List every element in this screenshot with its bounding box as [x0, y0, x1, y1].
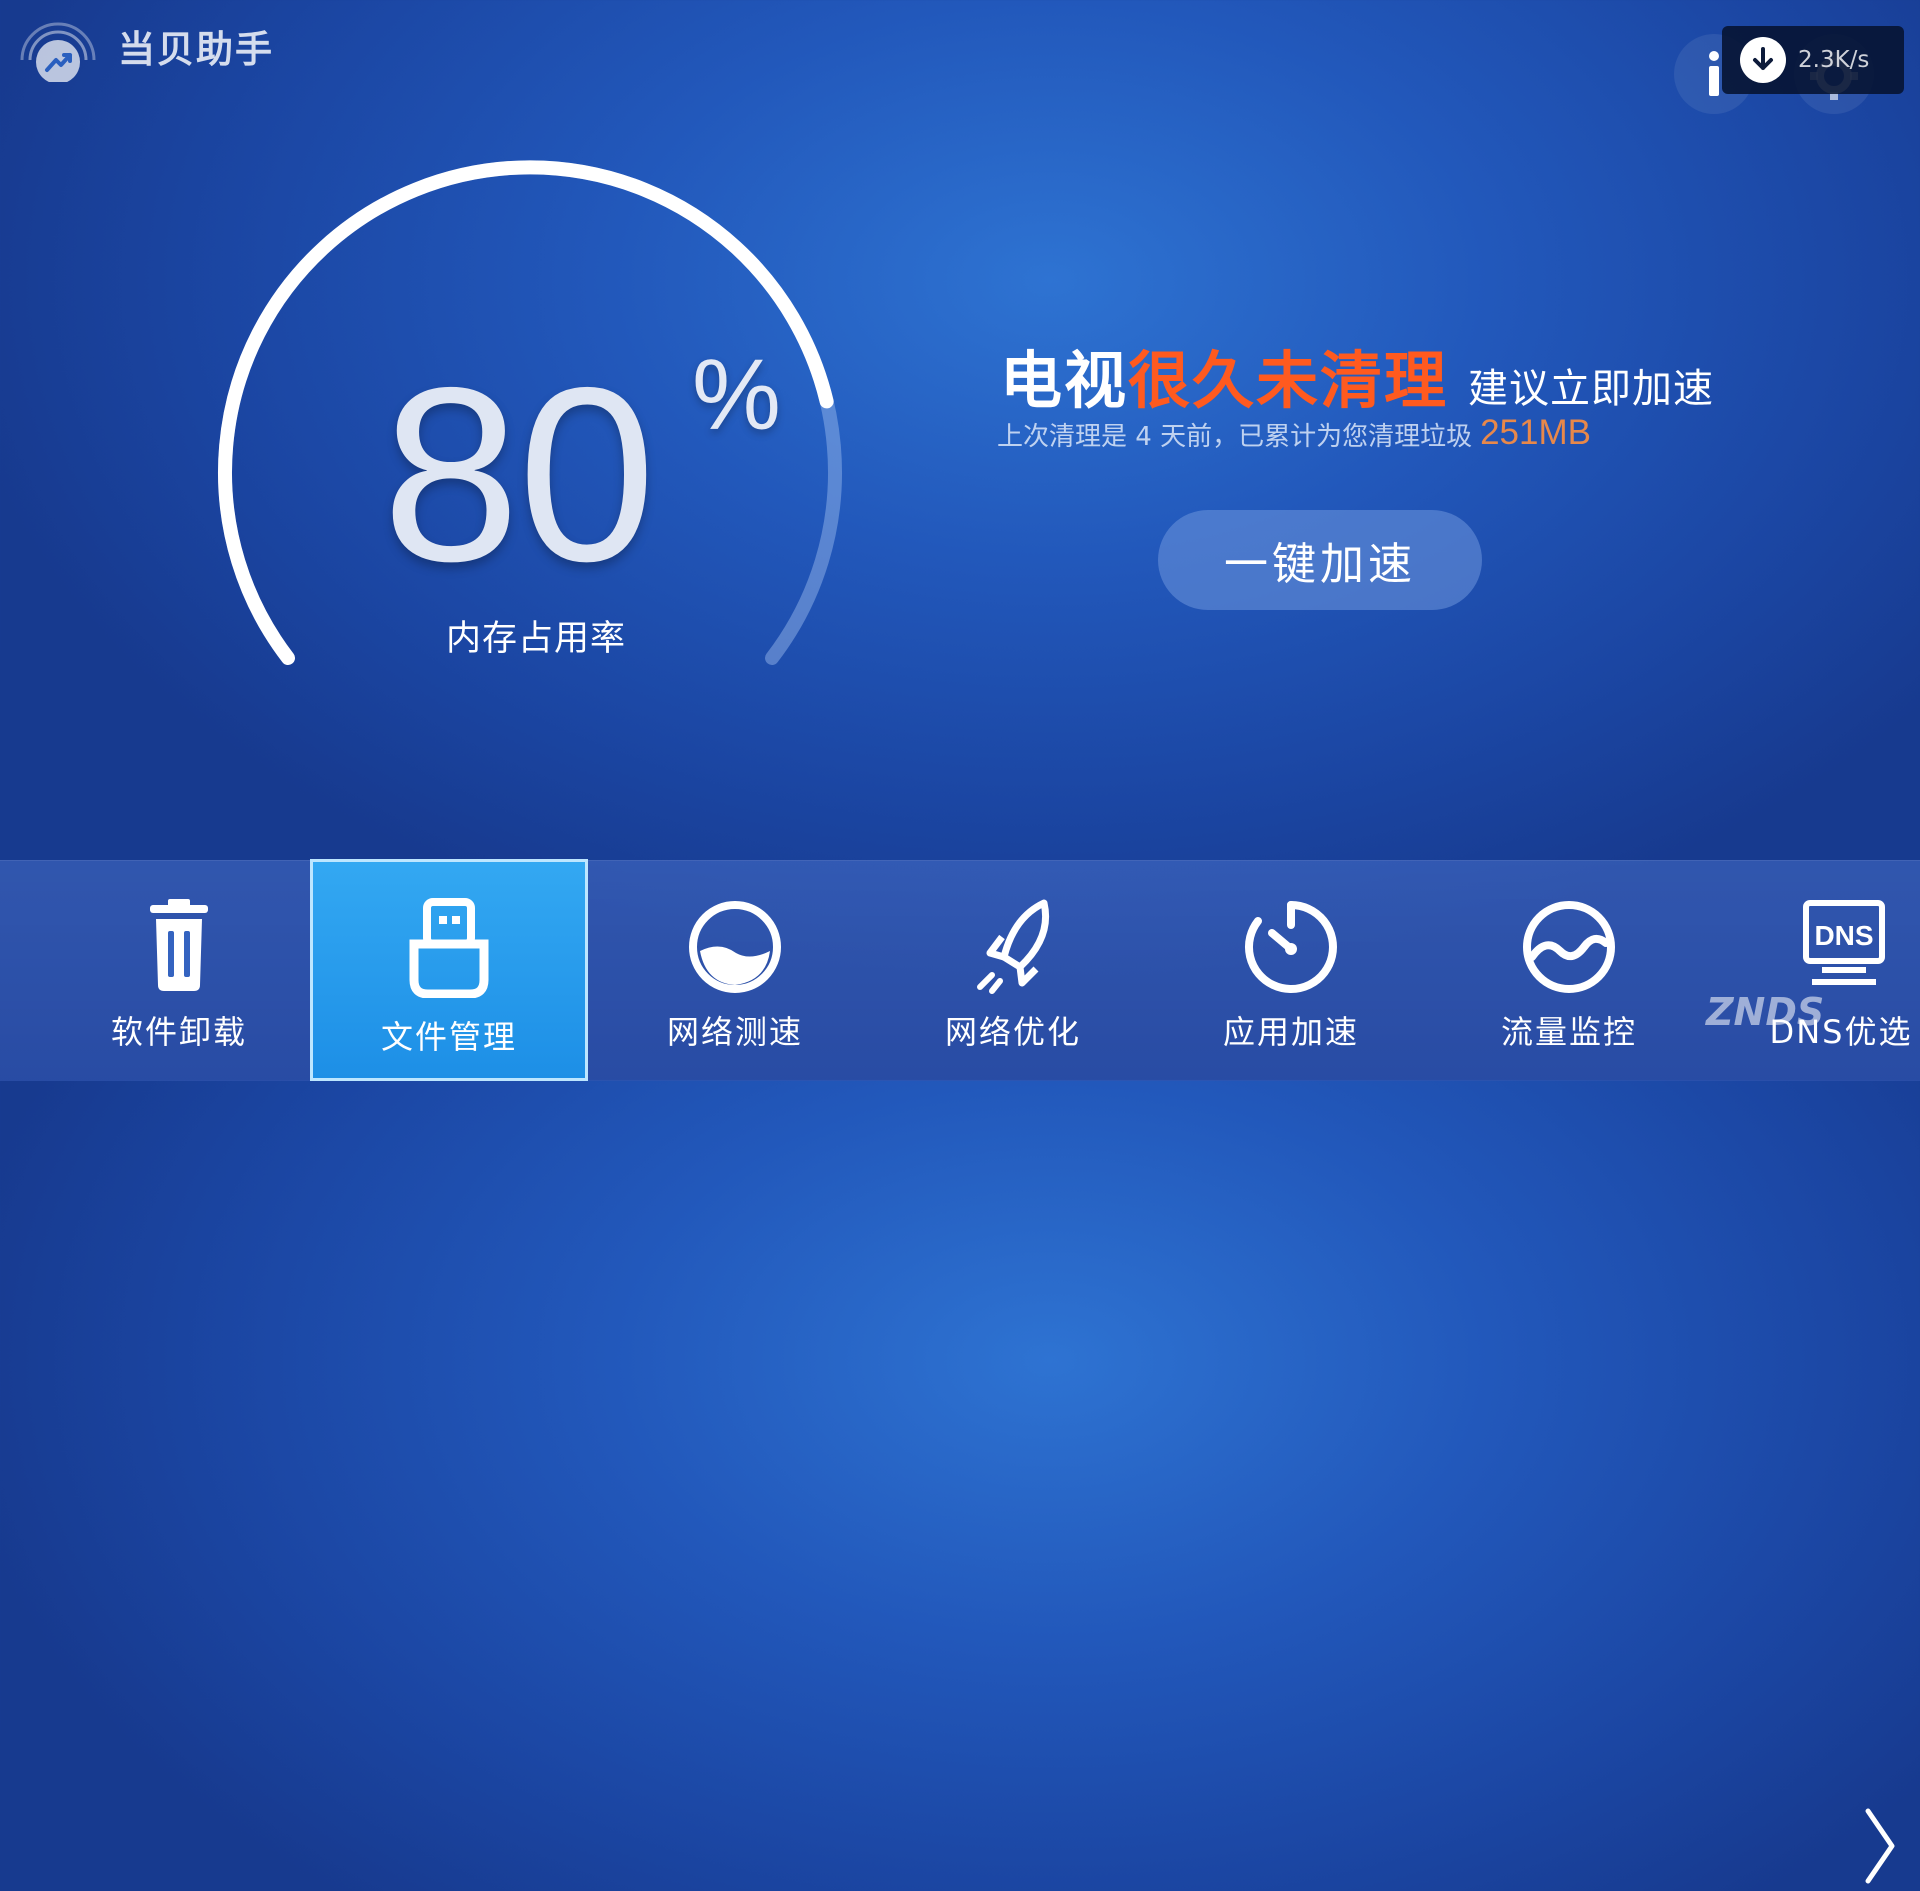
headline-highlight: 很久未清理: [1128, 344, 1449, 417]
cleanup-summary: 上次清理是 4 天前，已累计为您清理垃圾 251MB: [997, 413, 1591, 453]
znds-watermark: ZNDS: [1706, 990, 1825, 1034]
chevron-right-icon[interactable]: [1860, 1801, 1900, 1891]
status-headline: 电视 很久未清理 建议立即加速: [1000, 330, 1714, 420]
tool-file-manager[interactable]: 文件管理: [310, 859, 588, 1081]
tool-network-optimize[interactable]: 网络优化: [874, 861, 1152, 1081]
tool-label: 流量监控: [1500, 1013, 1637, 1051]
tool-bar: 软件卸载 文件管理 网络测速 网络优化 应用加速 流量监控 DNS DNS优选: [0, 859, 1920, 1884]
arrow-down-icon: [1740, 37, 1786, 83]
speed-bowl-icon: [689, 901, 781, 993]
tool-label: 网络优化: [944, 1013, 1081, 1051]
cleaned-amount: 251MB: [1480, 413, 1591, 452]
tool-speed-test[interactable]: 网络测速: [596, 861, 874, 1081]
timer-icon: [1245, 901, 1337, 993]
rocket-icon: [977, 899, 1050, 994]
usb-drive-icon: [409, 898, 489, 998]
summary-text: 上次清理是 4 天前，已累计为您清理垃圾: [997, 422, 1473, 452]
logo-icon: [12, 10, 104, 84]
memory-usage-label: 内存占用率: [446, 619, 627, 659]
headline-suffix: 建议立即加速: [1468, 366, 1715, 412]
tool-dns-select[interactable]: DNS DNS优选: [1702, 861, 1920, 1081]
tool-label: 文件管理: [380, 1018, 517, 1056]
tool-label: 软件卸载: [110, 1013, 247, 1051]
headline-prefix: 电视: [1000, 344, 1129, 417]
download-speed-indicator: 2.3K/s: [1722, 26, 1904, 94]
app-title: 当贝助手: [118, 28, 274, 71]
memory-usage-value: 80: [382, 335, 656, 613]
tool-label: 网络测速: [666, 1013, 803, 1051]
tool-traffic-monitor[interactable]: 流量监控: [1430, 861, 1708, 1081]
download-speed-text: 2.3K/s: [1798, 47, 1870, 73]
dns-monitor-icon: DNS: [1803, 900, 1885, 985]
one-click-boost-button[interactable]: 一键加速: [1158, 510, 1482, 610]
tool-app-boost[interactable]: 应用加速: [1152, 861, 1430, 1081]
tool-label: 应用加速: [1222, 1013, 1359, 1051]
tool-uninstall[interactable]: 软件卸载: [40, 861, 318, 1081]
app-logo: 当贝助手: [12, 10, 274, 84]
wave-circle-icon: [1523, 901, 1615, 993]
trash-icon: [150, 899, 208, 991]
svg-text:DNS: DNS: [1814, 920, 1873, 951]
percent-sign: %: [692, 339, 781, 451]
